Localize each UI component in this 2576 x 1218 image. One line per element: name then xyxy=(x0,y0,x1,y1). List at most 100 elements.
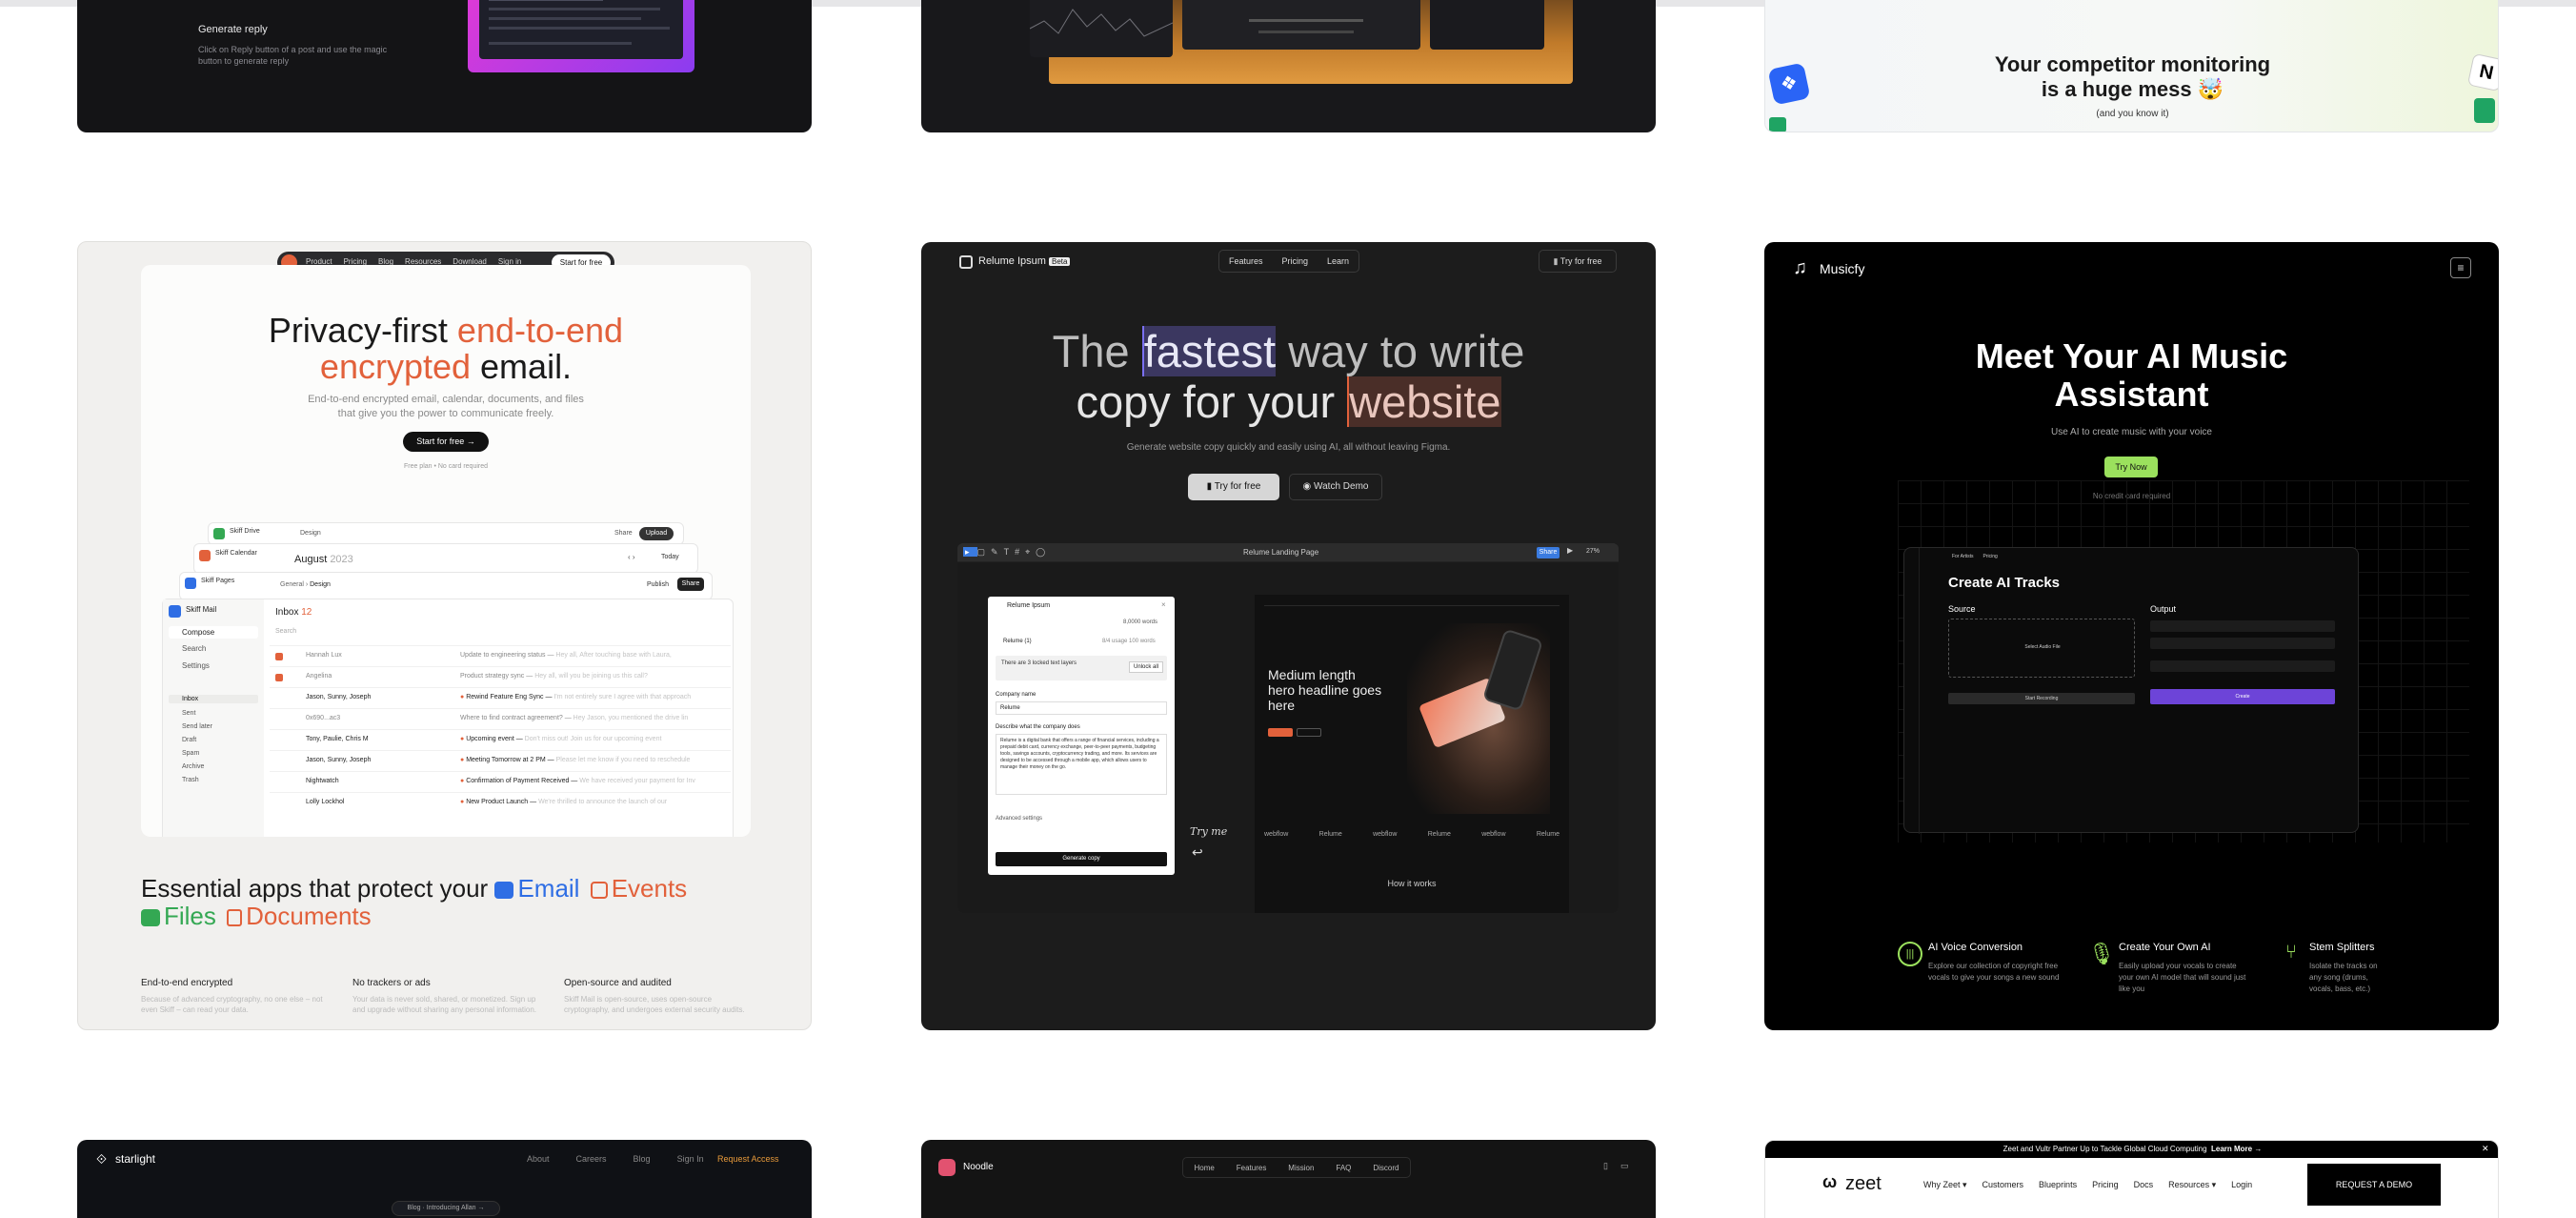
noodle-brand: Noodle xyxy=(963,1162,994,1172)
folder-send-later[interactable]: Send later xyxy=(169,723,258,730)
noodle-nav-discord[interactable]: Discord xyxy=(1373,1164,1399,1172)
plugin-unlock-btn[interactable]: Unlock all xyxy=(1129,661,1163,673)
output-label: Output xyxy=(2150,604,2177,614)
skiff-feature: No trackers or ads Your data is never sol… xyxy=(352,978,539,1015)
card-skiff[interactable]: Product Pricing Blog Resources Download … xyxy=(77,241,812,1030)
relume-nav-learn[interactable]: Learn xyxy=(1327,256,1349,266)
start-recording[interactable]: Start Recording xyxy=(1948,693,2135,704)
mail-row[interactable]: 0x690...ac3 Where to find contract agreem… xyxy=(270,708,731,729)
card-starlight[interactable]: ⟐ starlight About Careers Blog Sign In R… xyxy=(77,1140,812,1218)
figma-tools[interactable]: ▸ ▢✎T#⌖◯ xyxy=(963,547,1051,558)
starlight-nav-blog[interactable]: Blog xyxy=(634,1154,651,1164)
mail-compose[interactable]: Compose xyxy=(169,626,258,639)
advanced-settings[interactable]: Advanced settings xyxy=(996,816,1042,822)
close-icon[interactable]: × xyxy=(1161,600,1166,609)
calendar-chevrons-icon[interactable]: ‹ › xyxy=(628,553,635,561)
play-icon[interactable]: ▶ xyxy=(1567,546,1573,555)
zeet-cta[interactable]: REQUEST A DEMO xyxy=(2307,1164,2441,1206)
app-nav-artists[interactable]: For Artists xyxy=(1952,554,1974,559)
relume-cta2[interactable]: ◉ Watch Demo xyxy=(1289,474,1382,500)
starlight-pill[interactable]: Blog · Introducing Allan → xyxy=(392,1201,500,1216)
zeet-nav-resources[interactable]: Resources ▾ xyxy=(2168,1180,2216,1190)
musicfy-cta[interactable]: Try Now xyxy=(2104,457,2158,477)
pages-share[interactable]: Share xyxy=(677,578,704,591)
plugin-tab[interactable]: Relume (1) xyxy=(1003,639,1032,644)
mail-row[interactable]: Tony, Paulie, Chris M ● Upcoming event — … xyxy=(270,729,731,750)
card-relume[interactable]: Relume Ipsum Beta Features Pricing Learn… xyxy=(921,242,1656,1030)
noodle-nav-faq[interactable]: FAQ xyxy=(1336,1164,1351,1172)
output-slider[interactable] xyxy=(2150,638,2335,649)
card-top-middle[interactable] xyxy=(921,0,1656,132)
folder-archive[interactable]: Archive xyxy=(169,763,258,770)
relume-logo-icon[interactable] xyxy=(959,255,973,269)
zeet-nav-customers[interactable]: Customers xyxy=(1982,1180,2024,1190)
essential-events: Events xyxy=(611,874,688,903)
describe-input[interactable]: Relume is a digital bank that offers a r… xyxy=(996,734,1167,795)
generate-btn[interactable]: Generate copy xyxy=(996,852,1167,866)
menu-icon[interactable]: ≡ xyxy=(2450,257,2471,278)
output-select[interactable] xyxy=(2150,620,2335,632)
mail-row[interactable]: Jason, Sunny, Joseph ● Meeting Tomorrow a… xyxy=(270,750,731,771)
mail-search-item[interactable]: Search xyxy=(182,644,206,653)
zeet-nav-blueprints[interactable]: Blueprints xyxy=(2039,1180,2077,1190)
relume-nav-features[interactable]: Features xyxy=(1229,256,1263,266)
upload-dropzone[interactable]: Select Audio File xyxy=(1948,619,2135,678)
zeet-nav-login[interactable]: Login xyxy=(2231,1180,2252,1190)
card-zeet[interactable]: Zeet and Vultr Partner Up to Tackle Glob… xyxy=(1764,1140,2499,1218)
mail-row[interactable]: Jason, Sunny, Joseph ● Rewind Feature Eng… xyxy=(270,687,731,708)
logo-strip: webflow Relume webflow Relume webflow Relume xyxy=(1264,831,1560,838)
mail-row[interactable]: Lolly Lockhol ● New Product Launch — We'r… xyxy=(270,792,731,813)
company-label: Company name xyxy=(996,692,1036,698)
noodle-nav: Home Features Mission FAQ Discord xyxy=(1182,1157,1411,1178)
inbox-search[interactable]: Search xyxy=(275,628,296,635)
mail-row[interactable]: Nightwatch ● Confirmation of Payment Rece… xyxy=(270,771,731,792)
mail-row[interactable]: Hannah Lux Update to engineering status —… xyxy=(270,645,731,666)
relume-h-rest: way to write xyxy=(1276,326,1525,376)
card-musicfy[interactable]: ♫ Musicfy ≡ Meet Your AI Music Assistant … xyxy=(1764,242,2499,1030)
card-top-right[interactable]: ❖ N Your competitor monitoring is a huge… xyxy=(1764,0,2499,132)
starlight-nav-about[interactable]: About xyxy=(527,1154,550,1164)
mail-subject: Product strategy sync — Hey all, will yo… xyxy=(460,673,648,680)
folder-trash[interactable]: Trash xyxy=(169,777,258,783)
mail-subject-text: Where to find contract agreement? xyxy=(460,715,563,721)
skiff-app-calendar-label: Skiff Calendar xyxy=(215,550,257,557)
figma-share[interactable]: Share xyxy=(1537,547,1560,558)
folder-inbox[interactable]: Inbox xyxy=(169,695,258,703)
chat-icon[interactable]: ▭ xyxy=(1620,1161,1629,1171)
card-noodle[interactable]: Noodle Home Features Mission FAQ Discord… xyxy=(921,1140,1656,1218)
mail-preview: Please let me know if you need to resche… xyxy=(555,757,691,763)
starlight-cta[interactable]: Request Access xyxy=(717,1154,779,1164)
relume-cta1[interactable]: ▮ Try for free xyxy=(1188,474,1279,500)
figma-zoom[interactable]: 27% xyxy=(1586,548,1600,555)
folder-sent[interactable]: Sent xyxy=(169,710,258,717)
zeet-banner-link[interactable]: Learn More → xyxy=(2211,1145,2262,1153)
noodle-nav-features[interactable]: Features xyxy=(1237,1164,1267,1172)
company-input[interactable]: Relume xyxy=(996,701,1167,715)
mail-settings-item[interactable]: Settings xyxy=(182,661,210,670)
pages-publish[interactable]: Publish xyxy=(647,581,669,588)
noodle-nav-home[interactable]: Home xyxy=(1194,1164,1214,1172)
calendar-today[interactable]: Today xyxy=(661,554,679,560)
mail-row[interactable]: Angelina Product strategy sync — Hey all,… xyxy=(270,666,731,687)
zeet-nav-pricing[interactable]: Pricing xyxy=(2092,1180,2119,1190)
zeet-nav-docs[interactable]: Docs xyxy=(2134,1180,2154,1190)
create-btn[interactable]: Create xyxy=(2150,689,2335,704)
relume-nav-pricing[interactable]: Pricing xyxy=(1281,256,1308,266)
folder-draft[interactable]: Draft xyxy=(169,737,258,743)
starlight-nav-signin[interactable]: Sign In xyxy=(677,1154,704,1164)
skiff-upload-btn[interactable]: Upload xyxy=(639,527,674,540)
app-nav-pricing[interactable]: Pricing xyxy=(1983,554,1998,559)
noodle-nav-mission[interactable]: Mission xyxy=(1288,1164,1314,1172)
relume-nav-cta[interactable]: ▮ Try for free xyxy=(1539,250,1617,273)
folder-spam[interactable]: Spam xyxy=(169,750,258,757)
card-top-left[interactable]: Generate reply Click on Reply button of … xyxy=(77,0,812,132)
discord-icon[interactable]: ▯ xyxy=(1603,1161,1608,1171)
starlight-nav-careers[interactable]: Careers xyxy=(576,1154,607,1164)
zeet-nav-why[interactable]: Why Zeet ▾ xyxy=(1923,1180,1967,1190)
skiff-share-btn[interactable]: Share xyxy=(614,530,633,537)
close-icon[interactable]: ✕ xyxy=(2482,1144,2489,1154)
mail-subject-text: Meeting Tomorrow at 2 PM xyxy=(466,757,546,763)
output-options[interactable] xyxy=(2150,660,2335,672)
figma-title[interactable]: Relume Landing Page xyxy=(1243,548,1318,557)
skiff-cta[interactable]: Start for free → xyxy=(403,432,489,452)
